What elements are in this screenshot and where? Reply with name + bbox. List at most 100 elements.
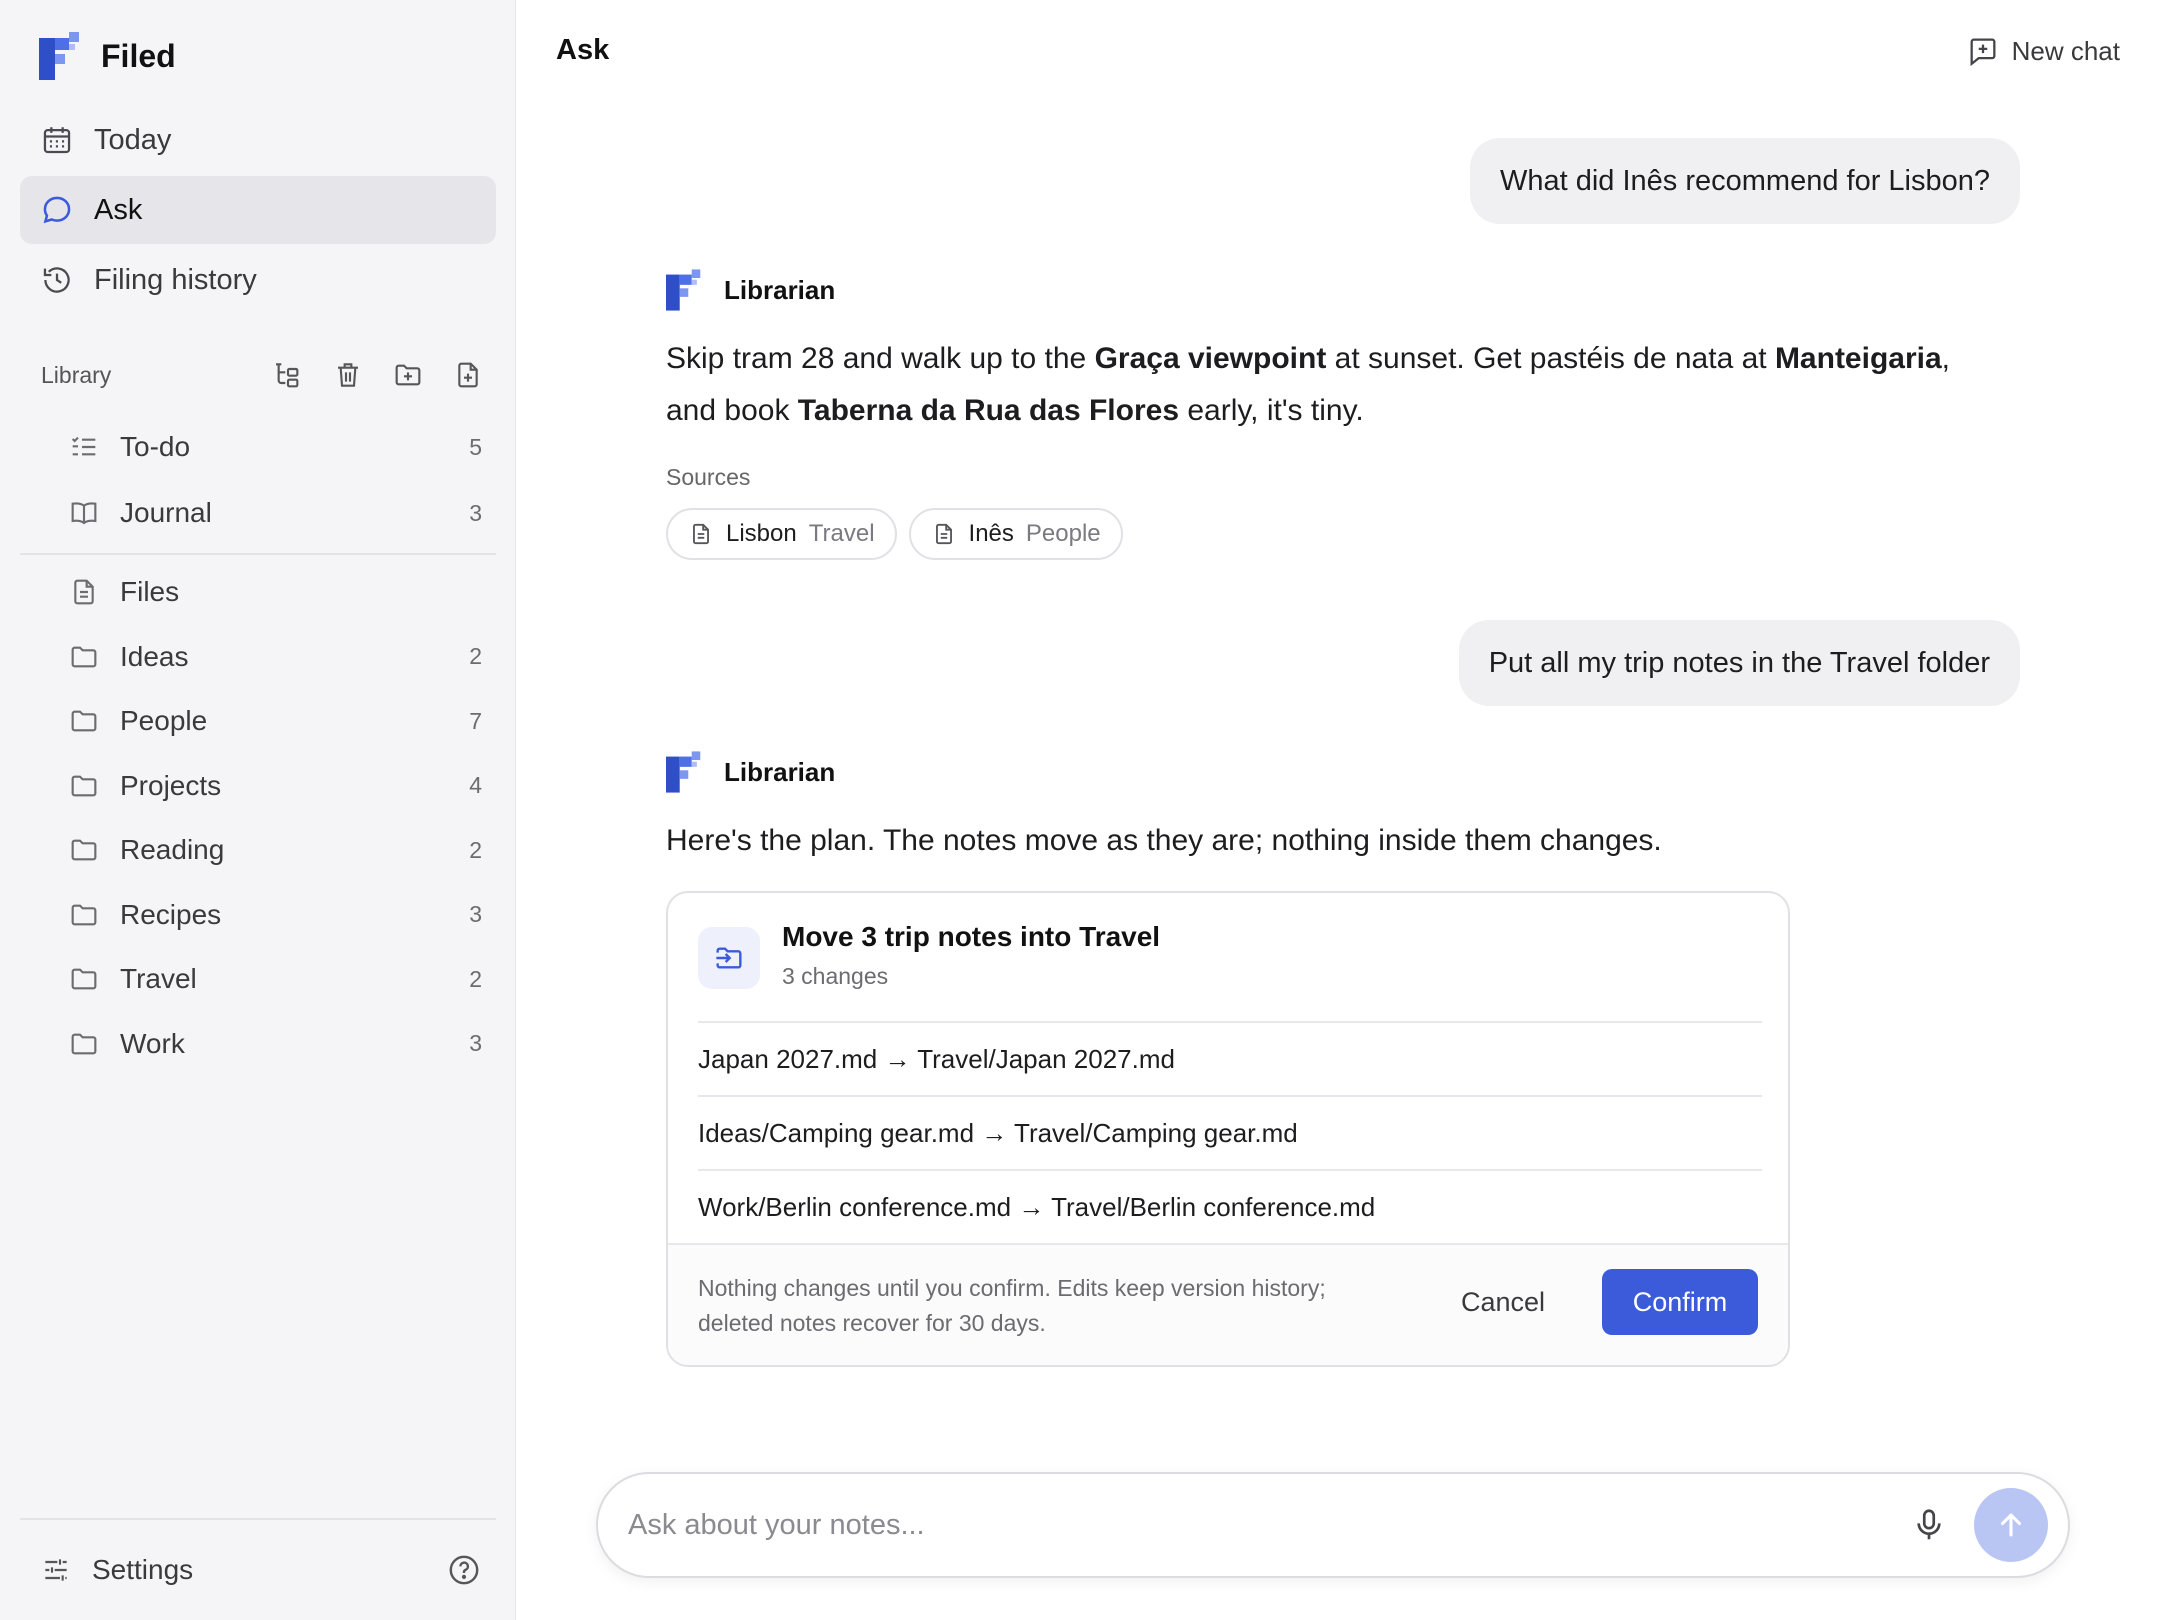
folder-count: 2 — [469, 836, 482, 863]
book-icon — [71, 502, 97, 525]
plan-change-row: Work/Berlin conference.md → Travel/Berli… — [698, 1169, 1762, 1243]
plan-card: Move 3 trip notes into Travel 3 changes … — [666, 891, 1790, 1367]
nav-item-filing-history[interactable]: Filing history — [20, 246, 496, 314]
text-run: , — [1941, 342, 1950, 375]
library-header: Library — [41, 350, 496, 400]
library-item-files[interactable]: Files — [20, 560, 496, 625]
text-run: at sunset. Get pastéis de nata at — [1326, 342, 1775, 375]
library-item-count: 5 — [469, 433, 482, 460]
library-item-count: 3 — [469, 499, 482, 526]
user-message: What did Inês recommend for Lisbon? — [1469, 138, 2020, 224]
folder-icon — [71, 1033, 97, 1055]
source-folder: Travel — [808, 520, 875, 547]
assistant-header: Librarian — [666, 268, 835, 312]
chat-bubble-icon — [43, 196, 71, 224]
trash-button[interactable] — [330, 357, 366, 393]
new-chat-label: New chat — [2011, 35, 2120, 66]
library-item-journal[interactable]: Journal 3 — [20, 480, 496, 546]
sources-list: Lisbon Travel Inês People — [666, 508, 1123, 560]
ask-input[interactable] — [628, 1494, 1928, 1556]
file-plus-icon — [458, 362, 478, 388]
folder-icon — [71, 775, 97, 797]
folder-label: People — [120, 705, 208, 737]
folder-item-travel[interactable]: Travel 2 — [20, 947, 496, 1012]
plan-header: Move 3 trip notes into Travel 3 changes — [698, 921, 1160, 990]
folder-item-ideas[interactable]: Ideas 2 — [20, 625, 496, 690]
library-top-list: To-do 5 Journal 3 — [20, 414, 496, 546]
sliders-icon — [45, 1559, 67, 1581]
folder-item-projects[interactable]: Projects 4 — [20, 754, 496, 819]
brand[interactable]: Filed — [39, 32, 176, 80]
folder-count: 3 — [469, 901, 482, 928]
settings-button[interactable]: Settings — [92, 1554, 446, 1586]
plan-note-line: Nothing changes until you confirm. Edits… — [698, 1275, 1326, 1301]
plan-change-list: Japan 2027.md → Travel/Japan 2027.md Ide… — [698, 1021, 1762, 1243]
plan-change-count: 3 changes — [782, 963, 889, 989]
place-taberna: Taberna da Rua das Flores — [797, 394, 1180, 427]
plan-change-row: Ideas/Camping gear.md → Travel/Camping g… — [698, 1095, 1762, 1169]
source-folder: People — [1025, 520, 1101, 547]
library-item-label: Files — [120, 576, 180, 608]
librarian-avatar-icon — [666, 269, 701, 311]
text-run: early, it's tiny. — [1179, 394, 1364, 427]
user-message: Put all my trip notes in the Travel fold… — [1458, 620, 2020, 706]
new-chat-button[interactable]: New chat — [1966, 34, 2120, 68]
place-graca-viewpoint: Graça viewpoint — [1094, 342, 1327, 375]
assistant-header: Librarian — [666, 750, 835, 794]
assistant-name: Librarian — [724, 756, 836, 787]
history-icon — [43, 267, 70, 293]
microphone-icon[interactable] — [1910, 1506, 1948, 1544]
cancel-button[interactable]: Cancel — [1438, 1269, 1568, 1335]
folder-label: Projects — [120, 769, 222, 801]
chat-panel: Ask New chat What did Inês recommend for… — [517, 0, 2160, 1620]
main-nav: Today Ask Filing history — [20, 106, 496, 316]
page-title: Ask — [556, 34, 610, 66]
plan-title: Move 3 trip notes into Travel — [782, 921, 1161, 952]
folder-item-people[interactable]: People 7 — [20, 689, 496, 754]
library-title: Library — [41, 361, 112, 388]
assistant-message: Here's the plan. The notes move as they … — [666, 824, 1662, 857]
assistant-name: Librarian — [724, 274, 836, 305]
folder-count: 2 — [469, 643, 482, 670]
send-button[interactable] — [1974, 1488, 2048, 1562]
folder-item-reading[interactable]: Reading 2 — [20, 818, 496, 883]
source-name: Inês — [968, 520, 1014, 547]
folder-icon — [71, 904, 97, 926]
app-name: Filed — [101, 37, 176, 74]
plan-note-line: deleted notes recover for 30 days. — [698, 1310, 1046, 1336]
new-chat-icon — [1970, 38, 1996, 67]
text-run: and book — [666, 394, 798, 427]
folder-count: 3 — [469, 1030, 482, 1057]
folder-item-work[interactable]: Work 3 — [20, 1012, 496, 1077]
file-icon — [74, 579, 94, 605]
plan-note: Nothing changes until you confirm. Edits… — [698, 1271, 1418, 1341]
plan-change-row: Japan 2027.md → Travel/Japan 2027.md — [698, 1021, 1762, 1095]
help-icon[interactable] — [446, 1552, 482, 1588]
sidebar-footer: Settings — [20, 1535, 496, 1605]
arrow-up-icon — [2000, 1513, 2022, 1537]
sidebar-divider — [20, 1518, 496, 1520]
folder-item-recipes[interactable]: Recipes 3 — [20, 883, 496, 948]
folder-label: Work — [120, 1027, 185, 1059]
assistant-message: Skip tram 28 and walk up to the Graça vi… — [666, 333, 2066, 437]
librarian-avatar-icon — [666, 751, 701, 793]
tree-view-button[interactable] — [270, 357, 306, 393]
source-chip-ines[interactable]: Inês People — [908, 508, 1123, 560]
document-icon — [935, 523, 952, 545]
new-file-button[interactable] — [450, 357, 486, 393]
document-icon — [693, 523, 709, 545]
nav-label-ask: Ask — [94, 193, 143, 226]
nav-item-ask[interactable]: Ask — [20, 176, 496, 244]
new-folder-button[interactable] — [390, 357, 426, 393]
confirm-button[interactable]: Confirm — [1602, 1269, 1758, 1335]
plan-titles: Move 3 trip notes into Travel 3 changes — [782, 921, 1160, 990]
tree-icon — [276, 363, 299, 388]
folder-label: Ideas — [120, 640, 189, 672]
folder-count: 7 — [469, 707, 482, 734]
text-run: Skip tram 28 and walk up to the — [666, 342, 1095, 375]
source-chip-lisbon[interactable]: Lisbon Travel — [666, 508, 897, 560]
library-item-todo[interactable]: To-do 5 — [20, 414, 496, 480]
folder-count: 2 — [469, 965, 482, 992]
assistant-message-line: Skip tram 28 and walk up to the Graça vi… — [666, 333, 2066, 385]
nav-item-today[interactable]: Today — [20, 106, 496, 174]
